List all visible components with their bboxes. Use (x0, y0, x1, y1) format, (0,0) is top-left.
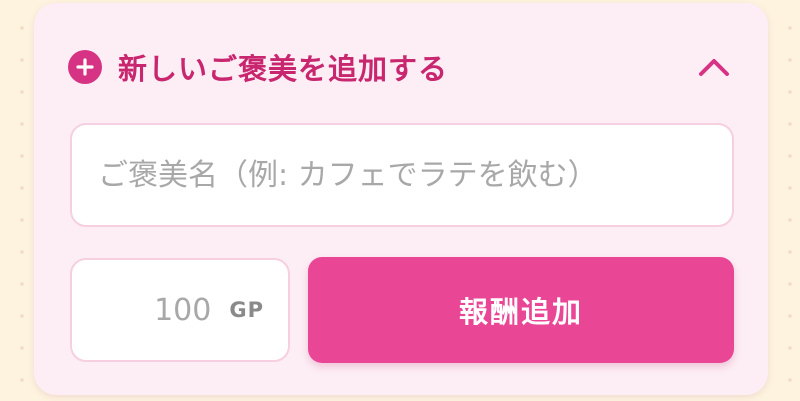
chevron-up-icon (699, 59, 729, 76)
gp-amount-input[interactable] (101, 292, 212, 328)
section-title: 新しいご褒美を追加する (118, 52, 449, 86)
reward-name-input[interactable] (70, 123, 734, 227)
add-reward-button[interactable]: 報酬追加 (308, 257, 734, 363)
add-reward-button-label: 報酬追加 (458, 295, 583, 329)
gp-field[interactable]: GP (70, 258, 290, 362)
collapse-button[interactable] (694, 47, 734, 87)
add-reward-header[interactable]: 新しいご褒美を追加する (68, 43, 734, 91)
gp-unit-label: GP (229, 298, 264, 322)
plus-circle-icon (68, 50, 102, 84)
add-reward-panel: 新しいご褒美を追加する GP 報酬追加 (34, 3, 768, 395)
